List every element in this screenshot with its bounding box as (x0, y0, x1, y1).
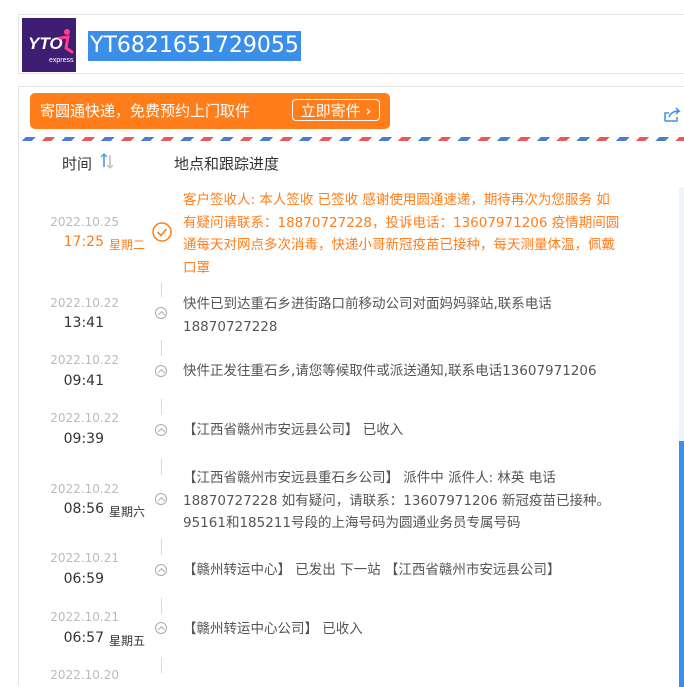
event-description: 【赣州转运中心】 已发出 下一站 【江西省赣州市安远县公司】 (183, 562, 561, 578)
event-date: 2022.10.21 (50, 551, 119, 565)
event-description: 【江西省赣州市安远县公司】 已收入 (183, 422, 404, 438)
event-date: 2022.10.22 (50, 296, 119, 310)
chevron-up-icon (155, 365, 167, 377)
event-time: 17:25 (63, 234, 104, 250)
column-header-place: 地点和跟踪进度 (174, 155, 280, 173)
event-date: 2022.10.21 (50, 610, 119, 624)
airmail-divider (19, 137, 684, 141)
yto-logo-icon: YTO express (28, 29, 74, 64)
event-date: 2022.10.22 (50, 411, 119, 425)
event-time: 13:41 (63, 315, 104, 331)
event-time: 08:56 (63, 501, 104, 517)
event-description: 【赣州转运中心公司】 已收入 (183, 621, 363, 637)
chevron-right-icon: › (365, 102, 372, 120)
chevron-up-icon (155, 493, 167, 505)
event-time: 09:39 (63, 431, 104, 447)
logo-sub-text: express (49, 57, 74, 64)
share-icon[interactable] (663, 107, 683, 127)
event-weekday: 星期二 (109, 238, 146, 252)
event-time: 06:57 (63, 630, 104, 646)
event-description: 快件正发往重石乡,请您等候取件或派送通知,联系电话13607971206 (183, 363, 597, 379)
event-date: 2022.10.20 (50, 668, 119, 682)
chevron-up-icon (155, 564, 167, 576)
delivered-check-icon (152, 222, 172, 242)
chevron-up-icon (155, 622, 167, 634)
event-time: 06:59 (63, 571, 104, 587)
event-weekday: 星期五 (109, 634, 146, 648)
event-time: 09:41 (63, 373, 104, 389)
event-date: 2022.10.22 (50, 482, 119, 496)
tracking-number[interactable]: YT6821651729055 (88, 31, 301, 61)
event-description: 快件已到达重石乡进街路口前移动公司对面妈妈驿站,联系电话 18870727228 (183, 296, 552, 335)
event-date: 2022.10.22 (50, 353, 119, 367)
ship-now-label: 立即寄件 (300, 102, 361, 120)
logo-text: YTO (28, 34, 63, 53)
column-header-time: 时间 (62, 155, 93, 173)
scrollbar[interactable] (679, 187, 684, 687)
event-description: 【江西省赣州市安远县重石乡公司】 派件中 派件人: 林英 电话 18870727… (183, 470, 611, 531)
promo-banner-text: 寄圆通快递，免费预约上门取件 (40, 102, 251, 120)
chevron-up-icon (155, 424, 167, 436)
sort-icon[interactable] (100, 152, 114, 170)
event-description: 客户签收人: 本人签收 已签收 感谢使用圆通速递，期待再次为您服务 如有疑问请联… (183, 192, 620, 276)
tracking-panel: 寄圆通快递，免费预约上门取件 立即寄件 › 时间 地点和跟踪进度 2022.10… (18, 86, 684, 687)
yto-logo[interactable]: YTO express (22, 18, 76, 72)
scrollbar-thumb[interactable] (679, 441, 684, 687)
chevron-up-icon (155, 307, 167, 319)
event-weekday: 星期六 (109, 505, 146, 519)
header: YTO express YT6821651729055 (18, 14, 684, 74)
event-date: 2022.10.25 (50, 215, 119, 229)
promo-banner[interactable]: 寄圆通快递，免费预约上门取件 立即寄件 › (30, 93, 390, 129)
ship-now-button[interactable]: 立即寄件 › (292, 99, 380, 121)
